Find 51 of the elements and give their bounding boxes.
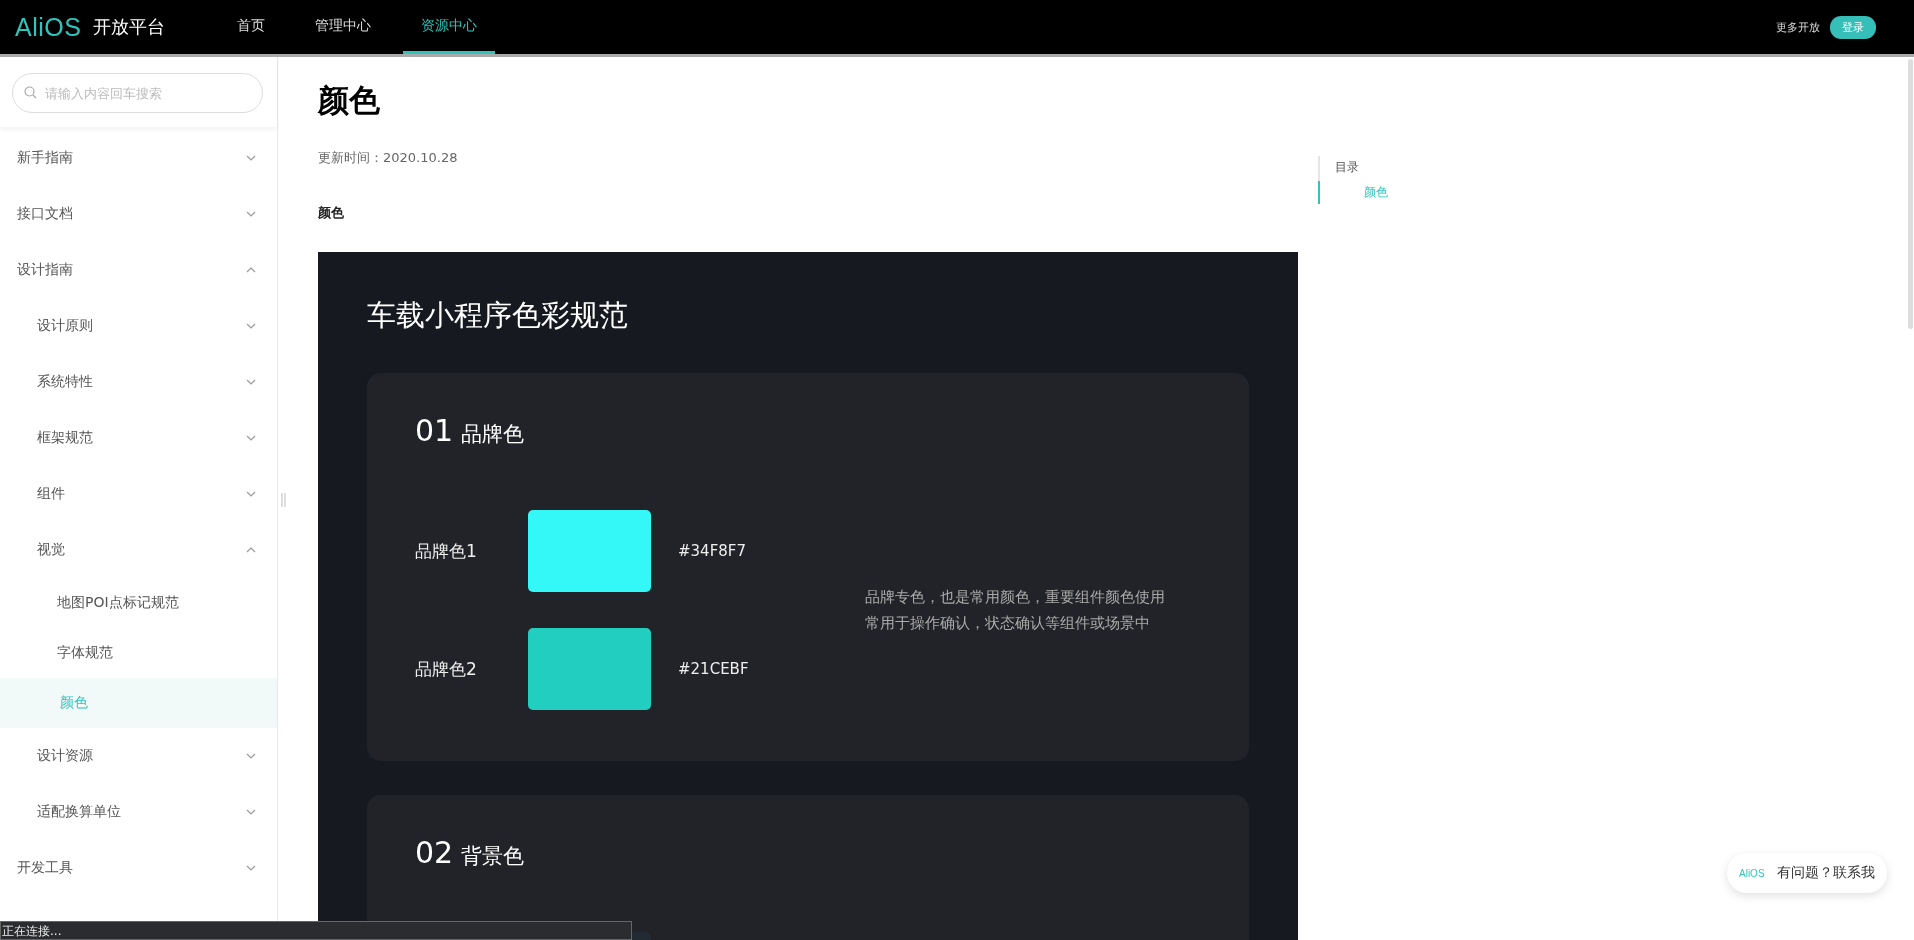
card-title: 品牌色 [461,421,525,448]
chevron-up-icon [246,547,256,553]
swatch-label: 品牌色1 [415,539,478,563]
nav-tab[interactable]: 资源中心 [403,0,496,54]
document-title: 车载小程序色彩规范 [367,297,629,334]
drag-handle-icon[interactable] [281,493,286,507]
description-text: 常用于操作确认，状态确认等组件或场景中 [865,614,1151,633]
chevron-down-icon [246,379,256,385]
sidebar-item[interactable]: 新手指南 [0,130,277,186]
help-button[interactable]: AliOS 有问题？联系我 [1727,853,1887,893]
chevron-down-icon [246,435,256,441]
nav-tab[interactable]: 管理中心 [297,0,390,54]
scrollbar[interactable] [1908,59,1913,329]
sidebar-item[interactable]: 视觉 [0,522,277,578]
sidebar-item[interactable]: 开发工具 [0,840,277,896]
search-field[interactable]: 请输入内容回车搜索 [12,73,263,113]
chevron-down-icon [246,491,256,497]
sidebar-item[interactable]: 设计资源 [0,728,277,784]
chevron-down-icon [246,809,256,815]
sidebar-item[interactable]: 接口文档 [0,186,277,242]
swatch-label: 品牌色2 [415,657,478,681]
product-name: 开放平台 [93,15,166,39]
sidebar-item[interactable]: 框架规范 [0,410,277,466]
logo[interactable]: AliOS [15,12,82,42]
sidebar-item[interactable]: 组件 [0,466,277,522]
sidebar-item[interactable]: 设计指南 [0,242,277,298]
card-number: 02 [415,835,454,870]
loading-status-toast: 正在连接... [0,921,632,940]
hex-code: #34F8F7 [678,542,746,560]
card-title: 背景色 [461,843,525,870]
sidebar-item[interactable]: 字体规范 [0,628,277,678]
description-text: 品牌专色，也是常用颜色，重要组件颜色使用 [865,588,1165,607]
sidebar-item[interactable]: 设计原则 [0,298,277,354]
chevron-down-icon [246,211,256,217]
page-title: 颜色 [318,85,381,116]
nav-tab[interactable]: 首页 [219,0,284,54]
chevron-down-icon [246,323,256,329]
section-heading: 颜色 [318,204,345,222]
update-time: 更新时间：2020.10.28 [318,149,459,167]
toc-title: 目录 [1334,159,1360,176]
chevron-down-icon [246,753,256,759]
chevron-down-icon [246,865,256,871]
more-link[interactable]: 更多开放 [1776,19,1820,35]
sidebar-item[interactable]: 地图POI点标记规范 [0,578,277,628]
sidebar-item[interactable]: 适配换算单位 [0,784,277,840]
search-icon [24,86,37,99]
chevron-up-icon [246,267,256,273]
hex-code: #21CEBF [678,660,749,678]
chevron-down-icon [246,155,256,161]
sidebar-item[interactable]: 系统特性 [0,354,277,410]
card-number: 01 [415,413,454,448]
